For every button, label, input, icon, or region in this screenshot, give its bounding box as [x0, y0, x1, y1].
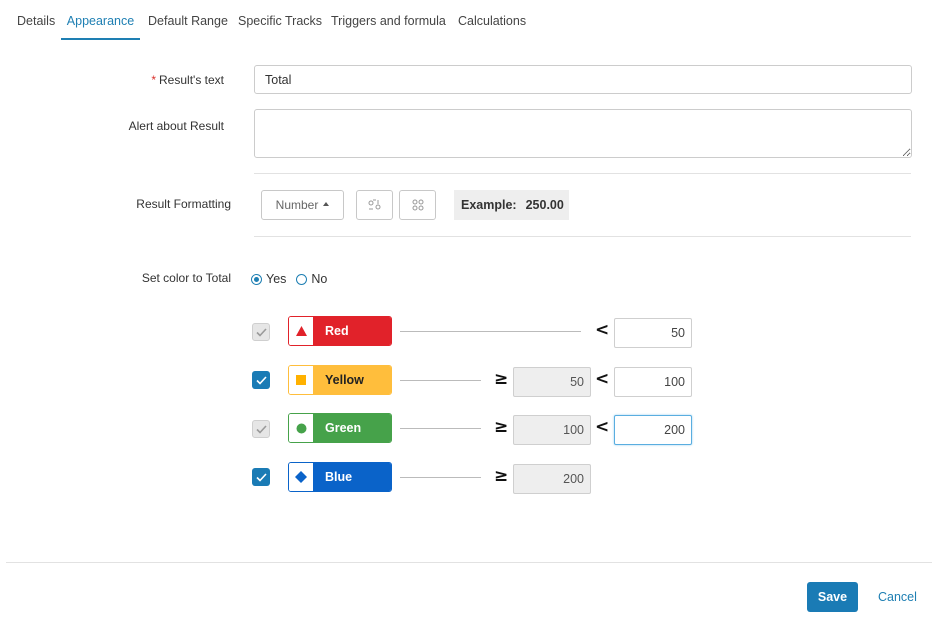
rule-checkbox-yellow[interactable]	[252, 371, 270, 389]
increase-decimals-icon	[412, 199, 423, 211]
required-mark: *	[151, 73, 157, 87]
color-chip-label: Red	[313, 317, 391, 345]
color-chip-label: Blue	[313, 463, 391, 491]
less-than-operator: <	[595, 369, 610, 389]
tab-bar: Details Appearance Default Range Specifi…	[0, 0, 938, 40]
check-icon	[255, 472, 267, 482]
number-format-label: Number	[275, 198, 319, 212]
yellow-lower-bound-input	[513, 367, 591, 397]
set-color-no-option[interactable]: No	[296, 272, 327, 286]
rule-checkbox-green[interactable]	[252, 420, 270, 438]
range-line	[400, 380, 481, 381]
footer-divider	[6, 562, 932, 563]
range-line	[400, 477, 481, 478]
caret-up-icon	[323, 202, 330, 206]
results-text-label-text: Result's text	[159, 73, 224, 87]
greater-or-equal-operator: ≥	[494, 369, 509, 389]
rule-checkbox-red[interactable]	[252, 323, 270, 341]
alert-textarea[interactable]	[254, 109, 912, 158]
check-icon	[255, 327, 267, 337]
tab-specific-tracks[interactable]: Specific Tracks	[238, 14, 322, 40]
less-than-operator: <	[595, 417, 610, 437]
red-upper-bound-input[interactable]	[614, 318, 692, 348]
tab-calculations[interactable]: Calculations	[458, 14, 526, 40]
color-chip-red[interactable]: Red	[288, 316, 392, 346]
check-icon	[255, 424, 267, 434]
rule-checkbox-blue[interactable]	[252, 468, 270, 486]
tab-triggers-and-formula[interactable]: Triggers and formula	[331, 14, 446, 40]
result-formatting-label: Result Formatting	[136, 197, 231, 211]
radio-no[interactable]	[296, 273, 308, 285]
square-icon	[289, 366, 313, 394]
decrease-decimals-button[interactable]	[356, 190, 393, 220]
divider	[254, 173, 911, 174]
less-than-operator: <	[595, 320, 610, 340]
example-label: Example:	[461, 198, 517, 212]
decrease-decimals-icon	[368, 199, 380, 210]
tab-appearance[interactable]: Appearance	[61, 14, 140, 40]
color-chip-label: Yellow	[313, 366, 391, 394]
number-format-dropdown[interactable]: Number	[261, 190, 344, 220]
radio-yes[interactable]	[251, 273, 262, 285]
color-chip-label: Green	[313, 414, 391, 442]
tab-default-range[interactable]: Default Range	[148, 14, 228, 40]
format-example: Example: 250.00	[454, 190, 569, 220]
blue-lower-bound-input	[513, 464, 591, 494]
circle-icon	[289, 414, 313, 442]
set-color-label: Set color to Total	[141, 271, 231, 285]
radio-yes-label: Yes	[266, 272, 287, 286]
range-line	[400, 331, 581, 332]
diamond-icon	[289, 463, 313, 491]
set-color-yes-option[interactable]: Yes	[251, 272, 286, 286]
example-value: 250.00	[525, 198, 564, 212]
increase-decimals-button[interactable]	[399, 190, 436, 220]
set-color-radio-group: Yes No	[251, 272, 337, 286]
cancel-link[interactable]: Cancel	[878, 590, 917, 604]
green-upper-bound-input[interactable]	[614, 415, 692, 445]
tab-details[interactable]: Details	[17, 14, 55, 40]
yellow-upper-bound-input[interactable]	[614, 367, 692, 397]
radio-no-label: No	[311, 272, 328, 286]
color-chip-yellow[interactable]: Yellow	[288, 365, 392, 395]
greater-or-equal-operator: ≥	[494, 417, 509, 437]
color-chip-green[interactable]: Green	[288, 413, 392, 443]
results-text-input[interactable]	[254, 65, 912, 94]
color-chip-blue[interactable]: Blue	[288, 462, 392, 492]
triangle-icon	[289, 317, 313, 345]
greater-or-equal-operator: ≥	[494, 466, 509, 486]
save-button[interactable]: Save	[807, 582, 858, 612]
check-icon	[255, 375, 267, 385]
alert-label: Alert about Result	[128, 119, 224, 133]
green-lower-bound-input	[513, 415, 591, 445]
range-line	[400, 428, 481, 429]
divider	[254, 236, 911, 237]
results-text-label: * Result's text	[151, 73, 224, 87]
